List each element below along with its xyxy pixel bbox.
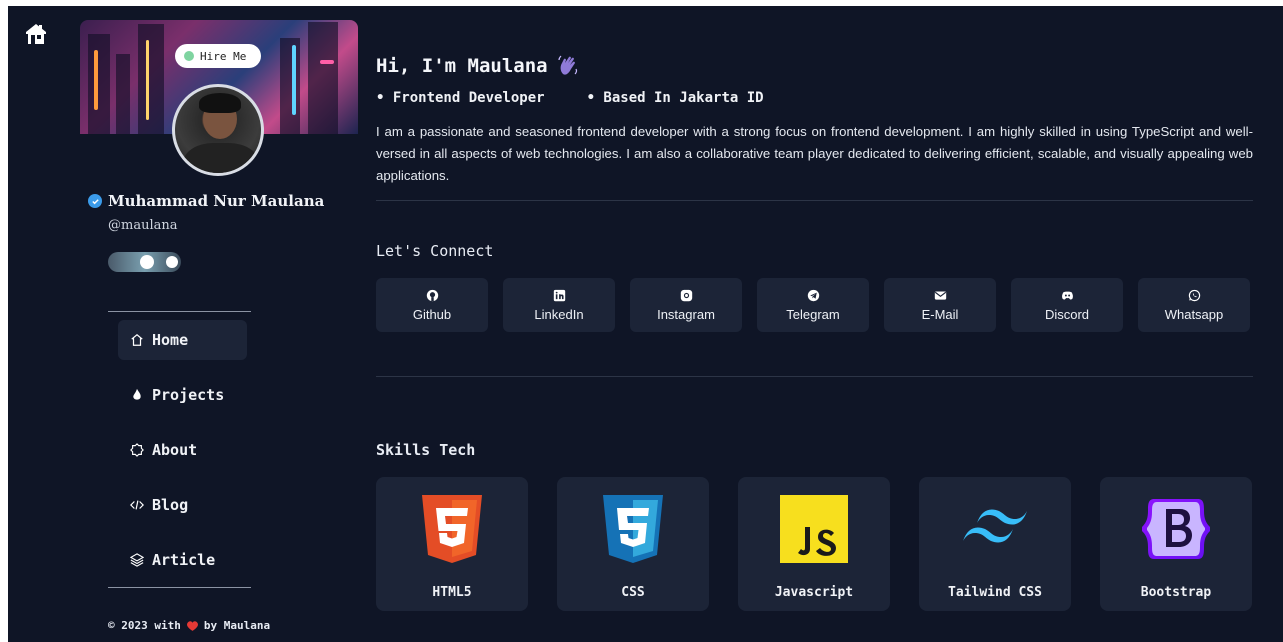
social-discord[interactable]: Discord [1011,278,1123,332]
social-label: Discord [1044,306,1090,322]
home-corner-icon[interactable] [24,22,48,46]
social-email[interactable]: E-Mail [884,278,996,332]
waving-hand-icon [557,55,577,75]
layers-icon [130,553,144,567]
hire-me-label: Hire Me [200,49,247,63]
social-instagram[interactable]: Instagram [630,278,742,332]
skill-card-javascript: Javascript [738,477,890,611]
footer-suffix: by Maulana [203,619,271,632]
skills-grid: HTML5 CSS Javascript Tailwind CSS Bootst… [376,477,1252,611]
social-label: Telegram [786,306,840,322]
heart-icon [186,620,198,631]
flame-icon [133,388,141,400]
sidebar-item-article[interactable]: Article [118,540,247,580]
skill-card-bootstrap: Bootstrap [1100,477,1252,611]
bio-paragraph: I am a passionate and seasoned frontend … [376,124,1253,183]
avatar [172,84,264,176]
skill-label: Javascript [774,585,854,600]
sidebar-item-label: Home [152,331,189,349]
greeting-text: Hi, I'm Maulana [376,55,548,77]
greeting-heading: Hi, I'm Maulana [376,54,580,78]
sidebar-item-projects[interactable]: Projects [118,375,247,415]
role-title: • Frontend Developer [376,90,545,106]
mail-icon [934,290,946,300]
hire-me-badge[interactable]: Hire Me [175,44,261,68]
divider [376,200,1253,201]
divider [376,376,1253,377]
social-whatsapp[interactable]: Whatsapp [1138,278,1250,332]
tailwind-logo [963,509,1027,543]
profile-name: Muhammad Nur Maulana [108,192,325,210]
social-label: Instagram [657,306,715,322]
skills-title: Skills Tech [376,441,476,459]
social-label: Github [412,306,452,322]
role-location: • Based In Jakarta ID [586,90,764,106]
home-icon [131,333,143,346]
social-label: LinkedIn [534,306,584,322]
sidebar-item-home[interactable]: Home [118,320,247,360]
sidebar-item-about[interactable]: About [118,430,247,470]
skill-label: Tailwind CSS [948,585,1042,600]
sidebar-item-label: Projects [152,386,225,404]
theme-toggle[interactable] [108,252,181,272]
available-dot-icon [184,51,194,61]
footer-prefix: © 2023 with [108,619,181,632]
sidebar-divider-top [108,311,251,312]
social-label: Whatsapp [1164,306,1224,322]
sidebar-item-blog[interactable]: Blog [118,485,247,525]
linkedin-icon [553,289,565,301]
whatsapp-icon [1188,289,1200,301]
verified-icon [88,194,102,208]
sidebar-divider-bottom [108,587,251,588]
skill-label: Bootstrap [1140,585,1212,600]
connect-title: Let's Connect [376,242,494,260]
profile-name-row: Muhammad Nur Maulana [88,192,324,210]
roles-row: • Frontend Developer • Based In Jakarta … [376,90,764,106]
skill-card-html5: HTML5 [376,477,528,611]
profile-handle: @maulana [108,218,178,233]
badge-icon [130,443,144,457]
skill-label: CSS [621,585,645,600]
bootstrap-logo [1142,499,1210,559]
sidebar-item-label: Blog [152,496,189,514]
skill-label: HTML5 [432,585,472,600]
sidebar-item-label: About [152,441,198,459]
sidebar-item-label: Article [152,551,216,569]
skill-card-tailwind: Tailwind CSS [919,477,1071,611]
javascript-logo [780,495,848,563]
skill-card-css: CSS [557,477,709,611]
telegram-icon [807,289,819,301]
social-telegram[interactable]: Telegram [757,278,869,332]
footer-credit: © 2023 with by Maulana [108,619,270,632]
social-label: E-Mail [921,306,959,322]
social-links: Github LinkedIn Instagram Telegram E-Mai… [376,278,1250,332]
css3-logo [603,495,663,563]
social-github[interactable]: Github [376,278,488,332]
social-linkedin[interactable]: LinkedIn [503,278,615,332]
discord-icon [1061,291,1073,300]
code-icon [130,500,144,510]
html5-logo [422,495,482,563]
instagram-icon [680,289,692,301]
github-icon [426,289,438,301]
